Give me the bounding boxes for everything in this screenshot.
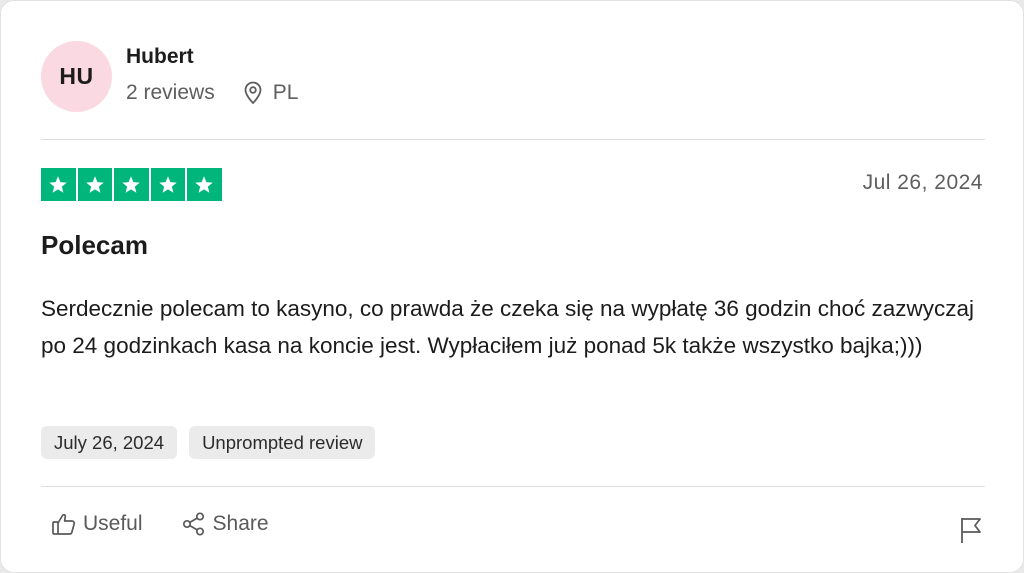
review-actions: Useful Share bbox=[51, 511, 307, 537]
review-date: Jul 26, 2024 bbox=[862, 171, 983, 194]
review-tags: July 26, 2024 Unprompted review bbox=[41, 426, 376, 459]
header-divider bbox=[41, 139, 985, 140]
reviews-count: 2 reviews bbox=[126, 81, 215, 104]
useful-button[interactable]: Useful bbox=[51, 512, 143, 536]
share-button[interactable]: Share bbox=[181, 511, 269, 537]
star-icon bbox=[41, 168, 76, 201]
flag-icon bbox=[961, 518, 981, 543]
share-icon bbox=[182, 512, 204, 536]
avatar[interactable]: HU bbox=[41, 41, 112, 112]
star-icon bbox=[150, 168, 185, 201]
review-card: HU Hubert 2 reviews PL Jul 26, 2024 Pole… bbox=[0, 0, 1024, 573]
country-code: PL bbox=[272, 81, 299, 104]
star-icon bbox=[187, 168, 222, 201]
reviewer-meta: 2 reviews PL bbox=[126, 81, 298, 105]
star-icon bbox=[77, 168, 112, 201]
footer-divider bbox=[41, 486, 985, 487]
review-title[interactable]: Polecam bbox=[41, 230, 148, 261]
reviewer-location: PL bbox=[243, 81, 299, 105]
unprompted-review-tag[interactable]: Unprompted review bbox=[189, 426, 376, 459]
share-label: Share bbox=[212, 512, 269, 535]
review-body: Serdecznie polecam to kasyno, co prawda … bbox=[41, 296, 974, 358]
star-rating bbox=[41, 168, 222, 201]
location-pin-icon bbox=[244, 81, 262, 105]
star-icon bbox=[114, 168, 149, 201]
experience-date-tag: July 26, 2024 bbox=[41, 426, 178, 459]
reviewer-name[interactable]: Hubert bbox=[126, 45, 194, 69]
report-button[interactable] bbox=[959, 516, 983, 549]
useful-label: Useful bbox=[83, 512, 143, 535]
thumbs-up-icon bbox=[52, 513, 76, 535]
